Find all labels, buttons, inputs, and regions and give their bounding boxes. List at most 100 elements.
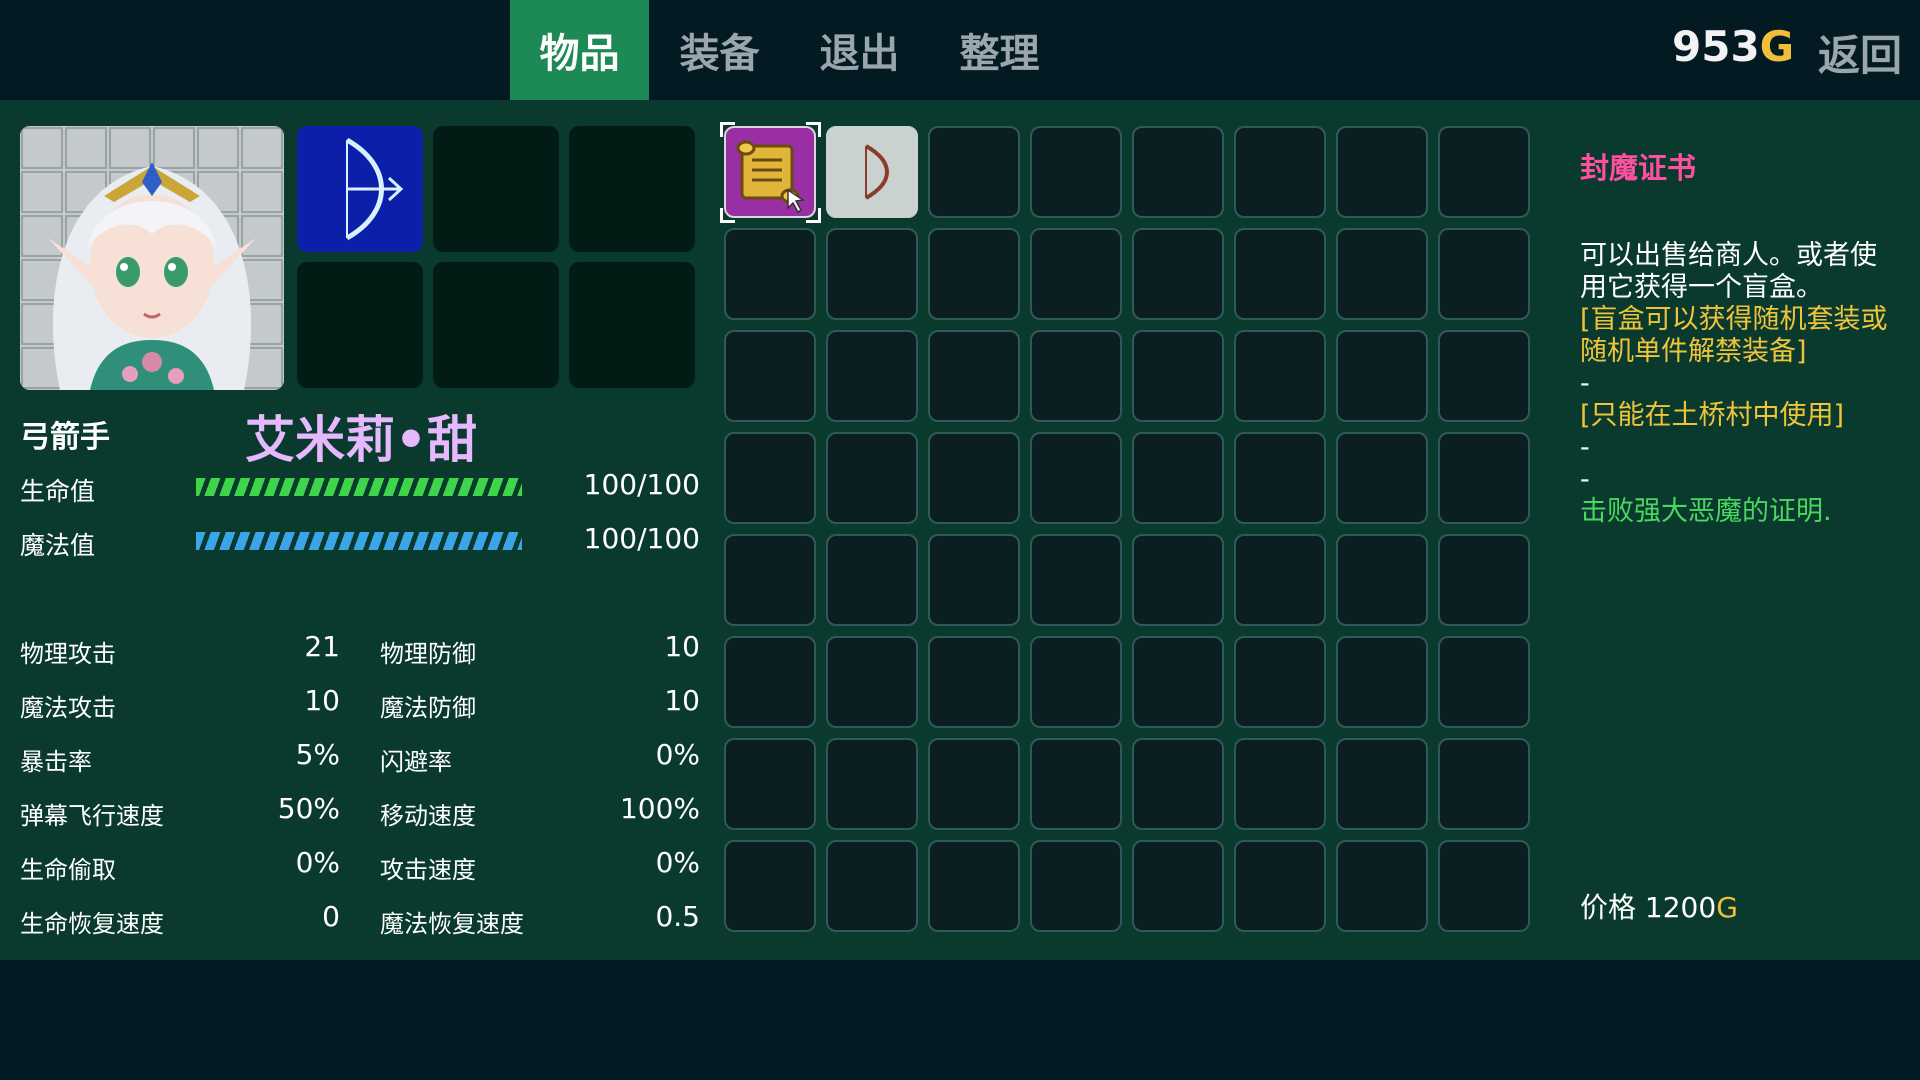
inventory-slot[interactable]	[1132, 738, 1224, 830]
inventory-slot[interactable]	[826, 534, 918, 626]
tab-equipment[interactable]: 装备	[650, 0, 789, 100]
inventory-slot[interactable]	[1132, 636, 1224, 728]
inventory-slot[interactable]	[1234, 228, 1326, 320]
stat-value: 21	[304, 630, 340, 663]
tab-exit[interactable]: 退出	[790, 0, 929, 100]
inventory-slot[interactable]	[826, 840, 918, 932]
inventory-slot[interactable]	[826, 126, 918, 218]
inventory-slot[interactable]	[1336, 432, 1428, 524]
tab-sort[interactable]: 整理	[930, 0, 1069, 100]
stat-value: 0.5	[655, 900, 700, 933]
inventory-slot[interactable]	[1030, 432, 1122, 524]
inventory-slot[interactable]	[1438, 534, 1530, 626]
equip-slot-3[interactable]	[569, 126, 695, 252]
inventory-slot[interactable]	[1132, 534, 1224, 626]
inventory-slot[interactable]	[826, 432, 918, 524]
inventory-slot[interactable]	[1438, 738, 1530, 830]
stat-name: 魔法恢复速度	[380, 910, 524, 938]
inventory-slot[interactable]	[1132, 228, 1224, 320]
inventory-slot[interactable]	[1030, 228, 1122, 320]
inventory-slot[interactable]	[1438, 330, 1530, 422]
inventory-slot[interactable]	[928, 534, 1020, 626]
elf-girl-portrait-icon	[20, 126, 284, 390]
inventory-slot[interactable]	[928, 738, 1020, 830]
inventory-slot[interactable]	[1234, 738, 1326, 830]
inventory-slot[interactable]	[1234, 330, 1326, 422]
inventory-slot[interactable]	[1336, 126, 1428, 218]
inventory-slot[interactable]	[928, 432, 1020, 524]
top-bar: 物品 装备 退出 整理 953G 返回	[0, 0, 1920, 100]
stat-value: 0	[322, 900, 340, 933]
hp-bar	[196, 478, 522, 496]
inventory-slot[interactable]	[928, 228, 1020, 320]
inventory-slot[interactable]	[1438, 432, 1530, 524]
stat-value: 0%	[655, 738, 700, 771]
equip-slot-weapon[interactable]	[297, 126, 423, 252]
inventory-slot[interactable]	[1132, 126, 1224, 218]
inventory-slot[interactable]	[1030, 636, 1122, 728]
mp-label: 魔法值	[20, 531, 96, 560]
inventory-slot[interactable]	[1336, 840, 1428, 932]
inventory-slot[interactable]	[826, 636, 918, 728]
description-line: -	[1580, 368, 1590, 399]
description-line: [只能在土桥村中使用]	[1580, 400, 1845, 431]
back-button[interactable]: 返回	[1818, 22, 1902, 83]
bow-icon	[345, 137, 404, 241]
inventory-slot[interactable]	[928, 840, 1020, 932]
stat-name: 生命恢复速度	[20, 910, 164, 938]
inventory-slot[interactable]	[1234, 840, 1326, 932]
inventory-slot[interactable]	[1234, 432, 1326, 524]
selection-corner	[806, 208, 821, 223]
inventory-slot[interactable]	[826, 330, 918, 422]
inventory-slot[interactable]	[1030, 330, 1122, 422]
hp-value: 100/100	[583, 468, 700, 501]
inventory-slot[interactable]	[826, 738, 918, 830]
inventory-slot[interactable]	[1030, 840, 1122, 932]
inventory-slot[interactable]	[1132, 330, 1224, 422]
inventory-slot[interactable]	[1234, 126, 1326, 218]
inventory-slot[interactable]	[724, 636, 816, 728]
price-value: 1200	[1644, 891, 1717, 924]
stat-value: 10	[664, 630, 700, 663]
stat-name: 生命偷取	[20, 856, 116, 884]
inventory-slot[interactable]	[724, 228, 816, 320]
inventory-slot[interactable]	[1234, 636, 1326, 728]
stat-name: 攻击速度	[380, 856, 476, 884]
selection-corner	[806, 122, 821, 137]
inventory-slot[interactable]	[826, 228, 918, 320]
inventory-slot[interactable]	[724, 432, 816, 524]
inventory-slot[interactable]	[720, 122, 821, 223]
inventory-slot[interactable]	[1438, 126, 1530, 218]
inventory-slot[interactable]	[1132, 432, 1224, 524]
selection-corner	[720, 122, 735, 137]
inventory-slot[interactable]	[1336, 534, 1428, 626]
inventory-slot[interactable]	[928, 330, 1020, 422]
inventory-slot[interactable]	[1234, 534, 1326, 626]
inventory-slot[interactable]	[724, 840, 816, 932]
inventory-slot[interactable]	[1336, 330, 1428, 422]
description-line: 用它获得一个盲盒。	[1580, 272, 1823, 303]
inventory-slot[interactable]	[1132, 840, 1224, 932]
equip-slot-2[interactable]	[433, 126, 559, 252]
inventory-slot[interactable]	[928, 636, 1020, 728]
tab-items[interactable]: 物品	[510, 0, 649, 100]
selection-corner	[720, 208, 735, 223]
stat-name: 弹幕飞行速度	[20, 802, 164, 830]
equip-slot-4[interactable]	[297, 262, 423, 388]
inventory-slot[interactable]	[1438, 636, 1530, 728]
inventory-slot[interactable]	[1030, 738, 1122, 830]
inventory-slot[interactable]	[1336, 228, 1428, 320]
inventory-slot[interactable]	[1438, 840, 1530, 932]
inventory-slot[interactable]	[1336, 636, 1428, 728]
inventory-slot[interactable]	[928, 126, 1020, 218]
equip-slot-5[interactable]	[433, 262, 559, 388]
inventory-slot[interactable]	[724, 534, 816, 626]
inventory-slot[interactable]	[1030, 126, 1122, 218]
inventory-slot[interactable]	[724, 738, 816, 830]
equip-slot-6[interactable]	[569, 262, 695, 388]
inventory-slot[interactable]	[1336, 738, 1428, 830]
inventory-slot[interactable]	[1030, 534, 1122, 626]
inventory-slot[interactable]	[724, 330, 816, 422]
description-line: 随机单件解禁装备]	[1580, 336, 1807, 367]
inventory-slot[interactable]	[1438, 228, 1530, 320]
